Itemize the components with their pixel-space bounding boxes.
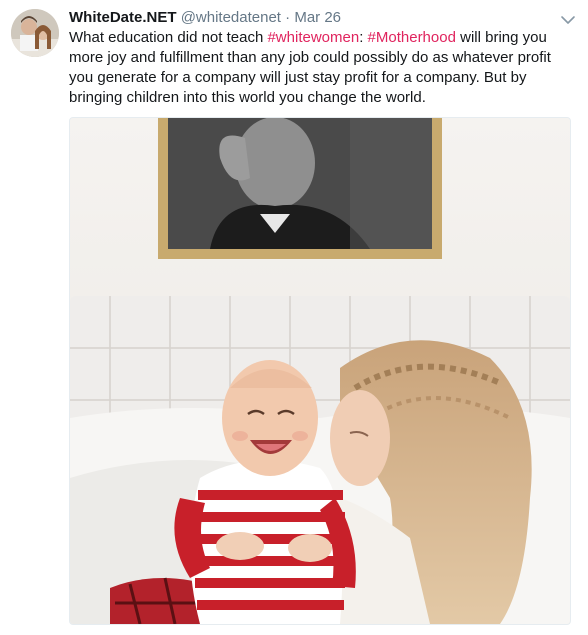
tweet-photo[interactable] <box>69 117 571 625</box>
tweet: WhiteDate.NET @whitedatenet · Mar 26 Wha… <box>0 0 588 635</box>
tweet-text: What education did not teach #whitewomen… <box>69 28 569 108</box>
tweet-text-part: What education did not teach <box>69 29 268 46</box>
tweet-text-part: : <box>359 29 368 46</box>
avatar[interactable] <box>11 9 59 57</box>
tweet-date[interactable]: Mar 26 <box>294 9 341 26</box>
separator: · <box>285 9 291 26</box>
tweet-menu-button[interactable] <box>560 12 576 28</box>
author-name[interactable]: WhiteDate.NET <box>69 9 177 26</box>
author-handle[interactable]: @whitedatenet <box>181 9 281 26</box>
tweet-header: WhiteDate.NET @whitedatenet · Mar 26 <box>69 8 558 28</box>
hashtag-link[interactable]: #whitewomen <box>267 29 359 46</box>
photo-mother-and-baby <box>70 118 570 624</box>
chevron-down-icon <box>561 16 575 24</box>
hashtag-link[interactable]: #Motherhood <box>368 29 456 46</box>
avatar-image <box>11 9 59 57</box>
